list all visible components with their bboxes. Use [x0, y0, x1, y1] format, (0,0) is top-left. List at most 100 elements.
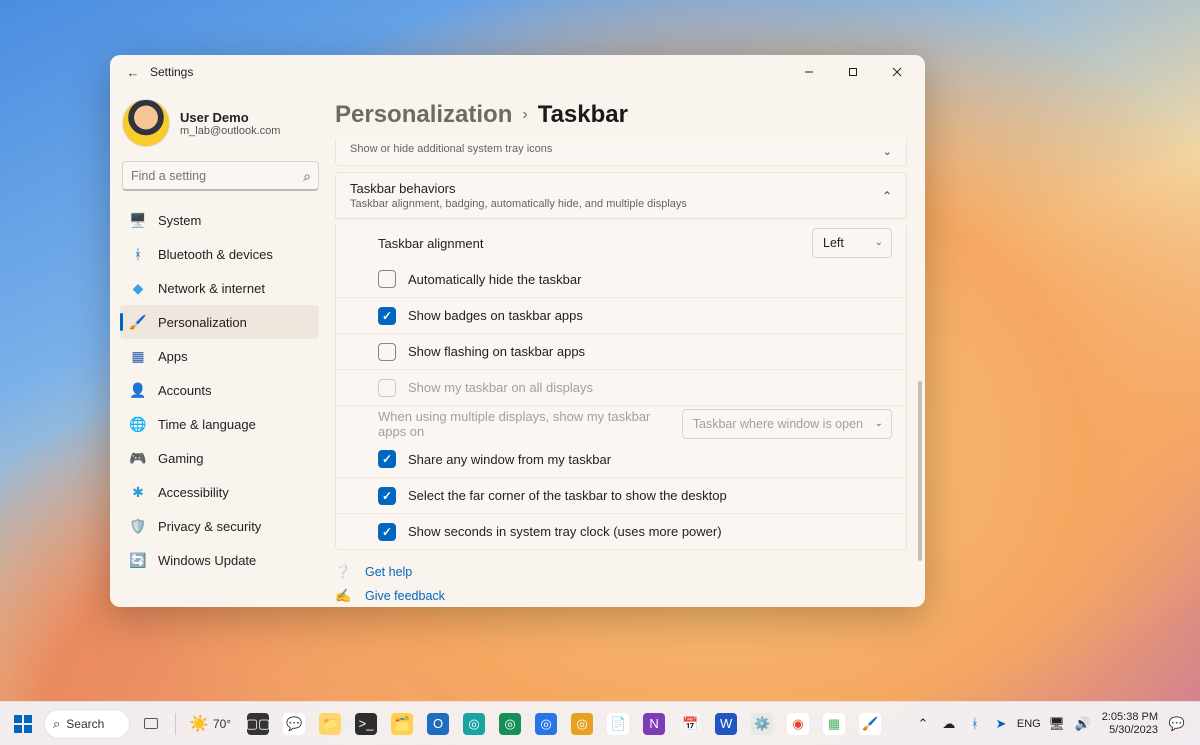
taskbar-app-outlook[interactable]: O — [421, 707, 455, 741]
checkbox[interactable] — [378, 307, 396, 325]
taskbar-app-word[interactable]: W — [709, 707, 743, 741]
language-indicator[interactable]: ENG — [1014, 707, 1044, 741]
multi-display-value: Taskbar where window is open — [693, 417, 863, 431]
taskbar-app-settings[interactable]: ⚙️ — [745, 707, 779, 741]
user-profile[interactable]: User Demo m_lab@outlook.com — [120, 97, 325, 159]
row-taskbar-alignment: Taskbar alignment Left ⌄ — [336, 225, 906, 261]
give-feedback-link[interactable]: ✍ Give feedback — [335, 584, 907, 607]
checkbox[interactable] — [378, 450, 396, 468]
breadcrumb: Personalization › Taskbar — [335, 89, 907, 139]
taskbar-search[interactable]: ⌕ Search — [44, 709, 130, 739]
volume-icon[interactable]: 🔊 — [1070, 707, 1096, 741]
onedrive-icon[interactable]: ☁ — [936, 707, 962, 741]
taskbar-app-edge-dev[interactable]: ◎ — [493, 707, 527, 741]
nav-icon: 🔄 — [130, 552, 146, 568]
chevron-up-icon: ⌃ — [882, 189, 892, 203]
window-title: Settings — [150, 65, 193, 79]
other-system-tray-subtitle: Show or hide additional system tray icon… — [350, 143, 892, 155]
checkbox[interactable] — [378, 487, 396, 505]
sidebar-item-system[interactable]: 🖥️System — [120, 203, 319, 237]
taskbar-clock[interactable]: 2:05:38 PM 5/30/2023 — [1096, 711, 1164, 736]
main-content: Personalization › Taskbar Show or hide a… — [325, 89, 925, 607]
nav-icon: 🌐 — [130, 416, 146, 432]
app-icon: >_ — [355, 713, 377, 735]
sidebar-item-bluetooth-devices[interactable]: ᚼBluetooth & devices — [120, 237, 319, 271]
other-system-tray-panel[interactable]: Show or hide additional system tray icon… — [335, 139, 907, 166]
sun-icon: ☀️ — [189, 714, 209, 734]
scrollbar[interactable] — [918, 135, 922, 583]
help-icon: ❔ — [335, 564, 351, 580]
sidebar-item-accounts[interactable]: 👤Accounts — [120, 373, 319, 407]
nav-icon: 🎮 — [130, 450, 146, 466]
checkbox[interactable] — [378, 343, 396, 361]
back-button[interactable]: ← — [116, 65, 150, 80]
notifications-button[interactable]: 💬 — [1164, 707, 1190, 741]
nav-label: Network & internet — [158, 281, 265, 296]
alignment-value: Left — [823, 236, 844, 250]
breadcrumb-current: Taskbar — [538, 101, 628, 129]
maximize-button[interactable] — [831, 57, 875, 87]
taskbar-behaviors-header[interactable]: Taskbar behaviors Taskbar alignment, bad… — [335, 172, 907, 219]
footer-links: ❔ Get help ✍ Give feedback — [335, 550, 907, 607]
sidebar-item-privacy-security[interactable]: 🛡️Privacy & security — [120, 509, 319, 543]
taskbar-separator — [175, 713, 176, 735]
app-icon: ▢▢ — [247, 713, 269, 735]
checkbox[interactable] — [378, 270, 396, 288]
search-icon: ⌕ — [53, 716, 60, 732]
sidebar-item-time-language[interactable]: 🌐Time & language — [120, 407, 319, 441]
taskbar-app-edge-beta[interactable]: ◎ — [529, 707, 563, 741]
taskbar-app-calendar[interactable]: 📅 — [673, 707, 707, 741]
checkbox — [378, 379, 396, 397]
checkbox[interactable] — [378, 523, 396, 541]
taskbar-app-edge[interactable]: ◎ — [457, 707, 491, 741]
taskbar-app-file-explorer[interactable]: 🗂️ — [385, 707, 419, 741]
breadcrumb-parent[interactable]: Personalization — [335, 101, 512, 129]
row-option: Show seconds in system tray clock (uses … — [336, 513, 906, 549]
taskbar-app-edge-canary[interactable]: ◎ — [565, 707, 599, 741]
taskbar-app-terminal[interactable]: >_ — [349, 707, 383, 741]
app-icon: N — [643, 713, 665, 735]
get-help-link[interactable]: ❔ Get help — [335, 560, 907, 584]
nav-icon: 🖥️ — [130, 212, 146, 228]
start-button[interactable] — [6, 707, 40, 741]
task-view-button[interactable] — [134, 707, 168, 741]
nav-icon: ᚼ — [130, 246, 146, 262]
taskbar-app-explorer[interactable]: 📁 — [313, 707, 347, 741]
chevron-right-icon: › — [522, 106, 527, 124]
location-icon[interactable]: ➤ — [988, 707, 1014, 741]
taskbar-app-app-grid[interactable]: ▦ — [817, 707, 851, 741]
scrollbar-thumb[interactable] — [918, 381, 922, 560]
search-input[interactable] — [122, 161, 319, 191]
app-icon: 🗂️ — [391, 713, 413, 735]
sidebar-item-gaming[interactable]: 🎮Gaming — [120, 441, 319, 475]
sidebar-item-accessibility[interactable]: ✱Accessibility — [120, 475, 319, 509]
app-icon: 💬 — [283, 713, 305, 735]
taskbar-app-task-view[interactable]: ▢▢ — [241, 707, 275, 741]
close-button[interactable] — [875, 57, 919, 87]
bluetooth-icon[interactable]: ᚼ — [962, 707, 988, 741]
option-label: Show flashing on taskbar apps — [408, 344, 892, 359]
nav-icon: 🖌️ — [130, 314, 146, 330]
sidebar-item-personalization[interactable]: 🖌️Personalization — [120, 305, 319, 339]
row-option: Show badges on taskbar apps — [336, 297, 906, 333]
alignment-select[interactable]: Left ⌄ — [812, 228, 892, 258]
app-icon: ◎ — [463, 713, 485, 735]
taskbar-app-paint[interactable]: 🖌️ — [853, 707, 887, 741]
app-icon: ◎ — [535, 713, 557, 735]
sidebar-item-apps[interactable]: ▦Apps — [120, 339, 319, 373]
taskbar-app-chat[interactable]: 💬 — [277, 707, 311, 741]
sidebar-item-windows-update[interactable]: 🔄Windows Update — [120, 543, 319, 577]
taskbar-app-onenote[interactable]: N — [637, 707, 671, 741]
alignment-label: Taskbar alignment — [378, 236, 800, 251]
row-option: Automatically hide the taskbar — [336, 261, 906, 297]
network-icon[interactable]: 🖥 — [1044, 707, 1070, 741]
sidebar-item-network-internet[interactable]: ◆Network & internet — [120, 271, 319, 305]
minimize-button[interactable] — [787, 57, 831, 87]
settings-window: ← Settings User Demo m_lab@outlook.com ⌕… — [110, 55, 925, 607]
taskbar-app-notepad[interactable]: 📄 — [601, 707, 635, 741]
tray-overflow[interactable]: ⌃ — [910, 707, 936, 741]
weather-widget[interactable]: ☀️ 70° — [183, 707, 237, 741]
windows-icon — [14, 715, 32, 733]
nav-icon: 🛡️ — [130, 518, 146, 534]
taskbar-app-chrome[interactable]: ◉ — [781, 707, 815, 741]
